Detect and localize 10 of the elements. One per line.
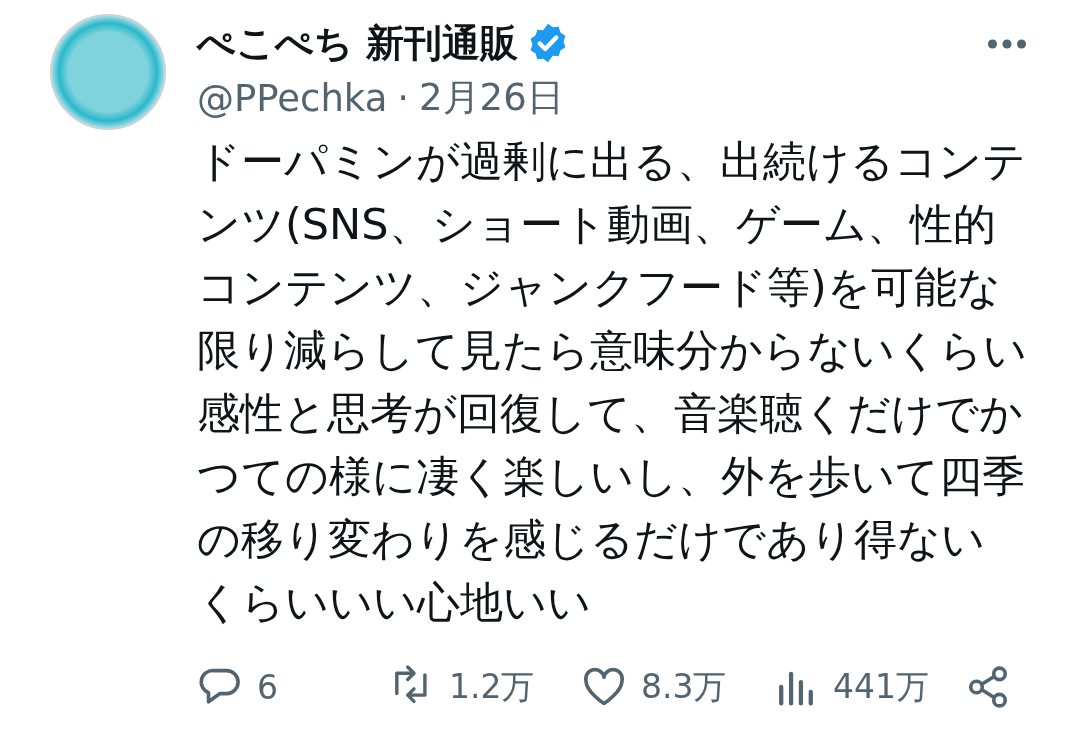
- display-name[interactable]: ぺこぺち 新刊通販: [197, 17, 519, 69]
- action-count: 8.3万: [641, 665, 727, 708]
- post-date[interactable]: 2月26日: [419, 73, 564, 123]
- action-count: 6: [257, 667, 278, 707]
- separator-dot: ·: [397, 76, 410, 120]
- post-text: ドーパミンが過剰に出る、出続けるコンテンツ(SNS、ショート動画、ゲーム、性的コンテンツ、ジャンクフード等)を可能な限り減らして見たら意味分からないくらい感性と思考が回復して、音楽聴くだけでかつての様に凄く楽しいし、外を歩いて四季の移り変わりを感じるだけであり得ないくらいいい心地いい: [197, 135, 1027, 629]
- action-count: 441万: [833, 665, 929, 708]
- more-icon[interactable]: [987, 38, 1027, 50]
- user-handle[interactable]: @PPechka: [197, 76, 388, 120]
- action-count: 1.2万: [449, 665, 535, 708]
